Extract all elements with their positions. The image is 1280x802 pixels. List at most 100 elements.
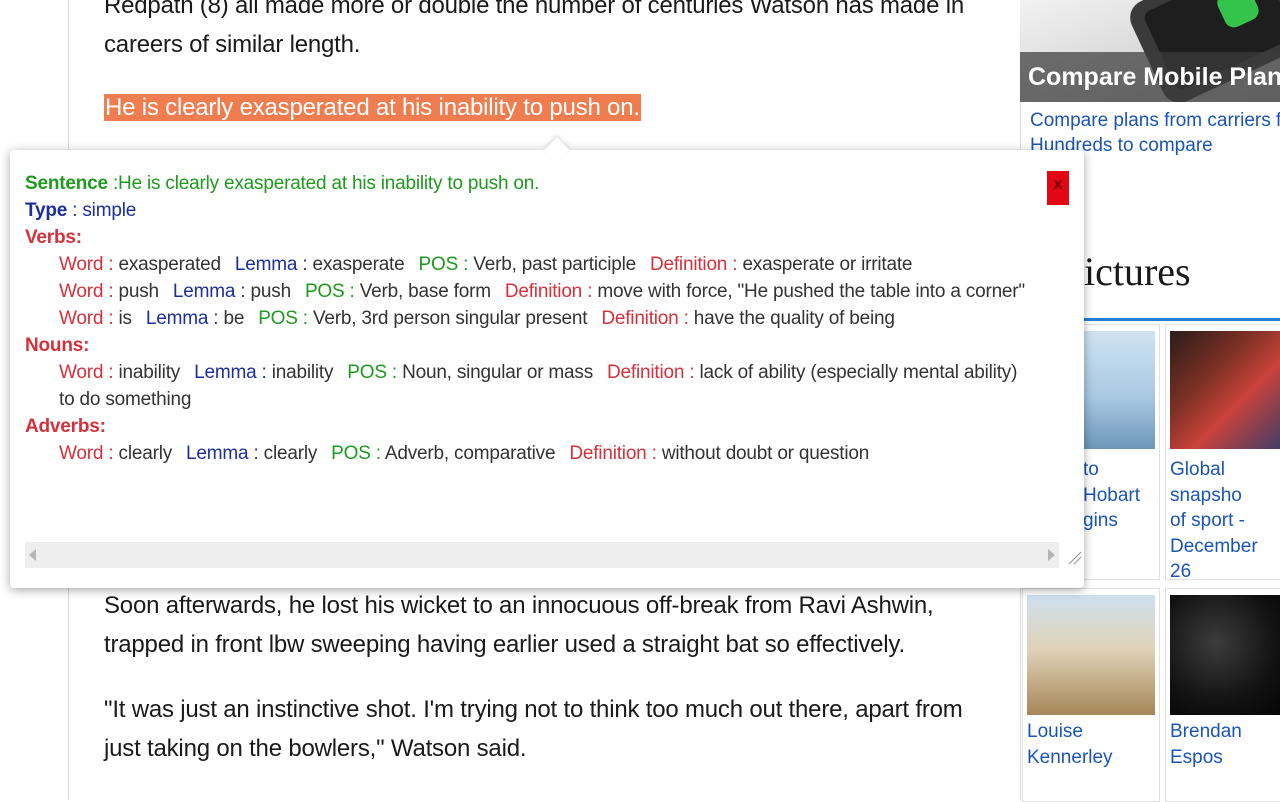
sentence-row: Sentence :He is clearly exasperated at h… — [25, 170, 1025, 197]
word-value: is — [118, 308, 133, 329]
separator: : — [103, 254, 119, 275]
separator: : — [103, 443, 119, 464]
verbs-heading: Verbs: — [25, 227, 82, 248]
word-value: push — [118, 281, 160, 302]
lemma-label: Lemma — [172, 281, 236, 302]
pos-label: POS — [347, 362, 387, 383]
jockey-thumbnail[interactable] — [1170, 595, 1280, 715]
separator: : — [256, 362, 272, 383]
highlight-text[interactable]: He is clearly exasperated at his inabili… — [104, 94, 641, 121]
gallery-caption[interactable]: to Hobart gins — [1083, 457, 1159, 534]
separator: : — [297, 308, 313, 329]
word-value: clearly — [118, 443, 173, 464]
word-value: inability — [118, 362, 181, 383]
definition-label: Definition — [649, 254, 728, 275]
word-entry: Word : exasperated Lemma : exasperate POS … — [25, 251, 1025, 278]
scroll-left-icon[interactable] — [29, 549, 36, 561]
separator: : — [103, 308, 119, 329]
separator: : — [646, 443, 662, 464]
separator: : — [458, 254, 474, 275]
ad-headline[interactable]: Compare Mobile Plans fo — [1020, 52, 1280, 102]
separator: : — [248, 443, 264, 464]
word-label: Word — [59, 254, 104, 275]
pos-value: Verb, 3rd person singular present — [312, 308, 588, 329]
sport-thumbnail[interactable] — [1170, 331, 1280, 449]
gallery-tile[interactable]: Louise Kennerley — [1022, 588, 1160, 802]
horizontal-scrollbar[interactable] — [25, 542, 1059, 568]
definition-label: Definition — [504, 281, 583, 302]
gallery-tile[interactable]: Brendan Espos — [1165, 588, 1280, 802]
scroll-right-icon[interactable] — [1048, 549, 1055, 561]
gallery-tile[interactable]: to Hobart gins — [1072, 324, 1160, 580]
section-rule — [1072, 318, 1280, 321]
lemma-value: push — [250, 281, 292, 302]
word-label: Word — [59, 281, 104, 302]
separator: : — [370, 443, 385, 464]
separator: : — [678, 308, 694, 329]
word-label: Word — [59, 443, 104, 464]
definition-label: Definition — [607, 362, 685, 383]
sentence-value: :He is clearly exasperated at his inabil… — [107, 173, 540, 194]
pos-value: Verb, base form — [359, 281, 491, 302]
word-entry: Word : clearly Lemma : clearly POS : Adver… — [25, 440, 1025, 467]
nouns-heading: Nouns: — [25, 335, 90, 356]
sailing-thumbnail[interactable] — [1083, 331, 1155, 449]
type-value: : simple — [67, 200, 137, 221]
word-label: Word — [59, 362, 104, 383]
lemma-label: Lemma — [194, 362, 257, 383]
gallery-tile[interactable]: Global snapsho of sport - December 26 — [1165, 324, 1280, 582]
separator: : — [344, 281, 360, 302]
lemma-value: be — [223, 308, 245, 329]
separator: : — [235, 281, 251, 302]
popup-content: Sentence :He is clearly exasperated at h… — [25, 170, 1025, 467]
nouns-list: Word : inability Lemma : inability POS : N… — [25, 359, 1025, 413]
camel-thumbnail[interactable] — [1027, 595, 1155, 715]
definition-value: have the quality of being — [693, 308, 895, 329]
separator: : — [208, 308, 224, 329]
lemma-label: Lemma — [234, 254, 298, 275]
definition-label: Definition — [601, 308, 679, 329]
sentence-label: Sentence — [25, 173, 108, 194]
separator: : — [386, 362, 403, 383]
article-paragraph: Redpath (8) all made more or double the … — [104, 0, 964, 58]
separator: : — [297, 254, 313, 275]
word-entry: Word : push Lemma : push POS : Verb, base … — [25, 278, 1025, 305]
definition-value: move with force, "He pushed the table in… — [597, 281, 1025, 302]
word-entry: Word : is Lemma : be POS : Verb, 3rd perso… — [25, 305, 1025, 332]
adverbs-list: Word : clearly Lemma : clearly POS : Adver… — [25, 440, 1025, 467]
popup-pointer — [544, 137, 570, 163]
lemma-label: Lemma — [186, 443, 249, 464]
separator: : — [684, 362, 700, 383]
article-paragraph: Soon afterwards, he lost his wicket to a… — [104, 592, 934, 658]
gallery-caption[interactable]: Louise Kennerley — [1027, 719, 1159, 770]
verbs-list: Word : exasperated Lemma : exasperate POS … — [25, 251, 1025, 332]
pos-label: POS — [331, 443, 371, 464]
separator: : — [103, 281, 119, 302]
highlighted-sentence[interactable]: He is clearly exasperated at his inabili… — [104, 88, 641, 127]
analysis-popup: Sentence :He is clearly exasperated at h… — [10, 137, 1085, 588]
adverbs-heading: Adverbs: — [25, 416, 106, 437]
pos-value: Noun, singular or mass — [402, 362, 594, 383]
pos-value: Adverb, comparative — [384, 443, 556, 464]
ad-link-line[interactable]: Compare plans from carriers for iPh — [1030, 108, 1280, 133]
pictures-heading: ictures — [1084, 249, 1191, 294]
close-button[interactable]: x — [1047, 171, 1069, 205]
definition-value: exasperate or irritate — [742, 254, 913, 275]
gallery-caption[interactable]: Global snapsho of sport - December 26 — [1170, 457, 1280, 585]
resize-grip-icon[interactable] — [1059, 542, 1085, 568]
ad-image[interactable]: Compare Mobile Plans fo — [1020, 0, 1280, 102]
pos-value: Verb, past participle — [473, 254, 636, 275]
pos-label: POS — [258, 308, 298, 329]
gallery-caption[interactable]: Brendan Espos — [1170, 719, 1280, 770]
pos-label: POS — [418, 254, 459, 275]
definition-value: without doubt or question — [661, 443, 870, 464]
type-label: Type — [25, 200, 68, 221]
separator: : — [582, 281, 598, 302]
lemma-value: clearly — [263, 443, 318, 464]
lemma-value: inability — [271, 362, 334, 383]
separator: : — [103, 362, 119, 383]
definition-label: Definition — [569, 443, 647, 464]
separator: : — [727, 254, 743, 275]
word-label: Word — [59, 308, 104, 329]
pos-label: POS — [304, 281, 345, 302]
